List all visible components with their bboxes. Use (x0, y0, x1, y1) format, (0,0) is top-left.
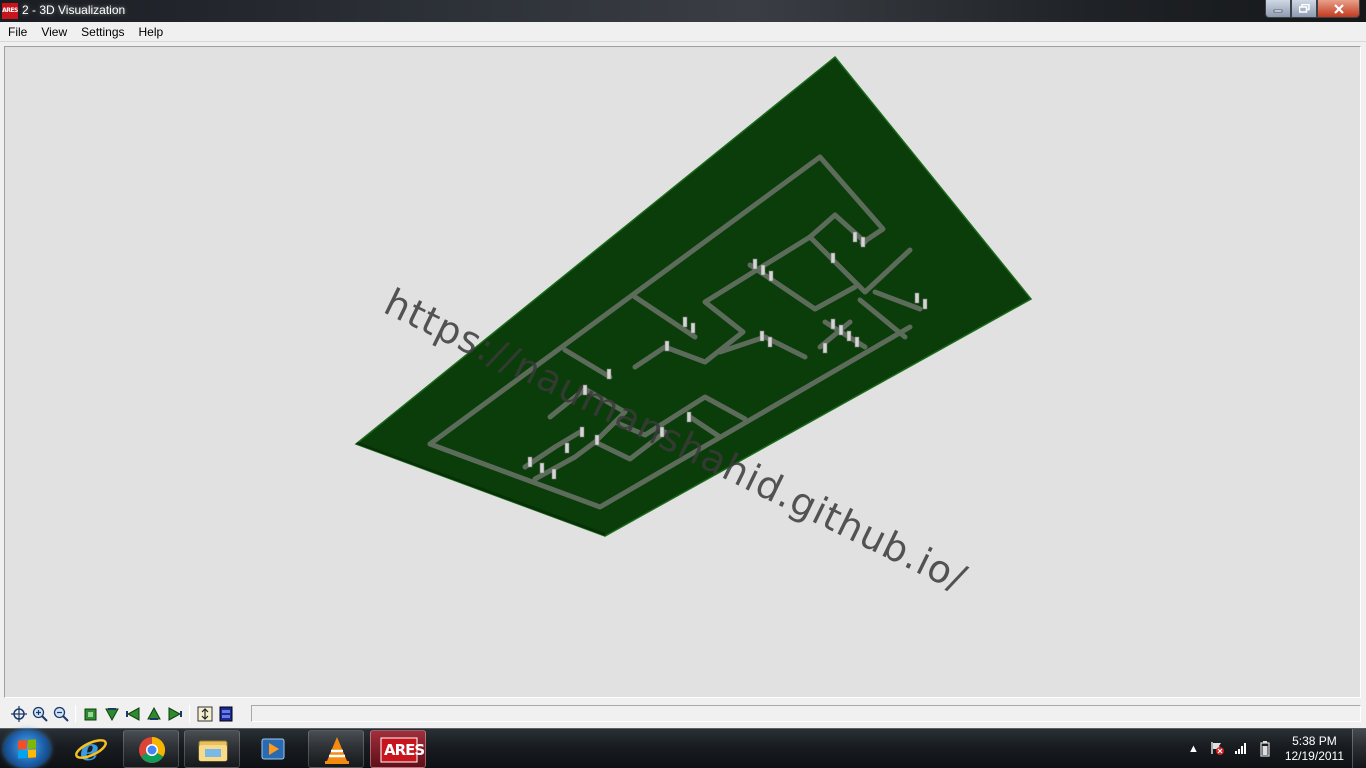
network-signal-icon[interactable] (1234, 741, 1248, 758)
view-front-icon (104, 708, 119, 721)
status-field (251, 705, 1361, 722)
taskbar-ie[interactable]: e (64, 730, 120, 768)
toolbar-separator (75, 705, 76, 723)
system-clock[interactable]: 5:38 PM 12/19/2011 (1285, 734, 1344, 764)
height-toggle-icon (197, 706, 212, 722)
menu-settings[interactable]: Settings (74, 22, 131, 42)
pan-button[interactable] (8, 704, 29, 724)
clock-date: 12/19/2011 (1284, 749, 1344, 763)
title-bar: ARES 2 - 3D Visualization (0, 0, 1366, 22)
view-top-icon (84, 708, 96, 721)
zoom-in-button[interactable] (29, 704, 50, 724)
layer-toggle-icon (219, 706, 232, 722)
layer-toggle-button[interactable] (215, 704, 236, 724)
zoom-out-icon (53, 706, 69, 722)
close-icon (1333, 3, 1344, 14)
view-right-button[interactable] (164, 704, 185, 724)
close-button[interactable] (1317, 0, 1360, 18)
vlc-icon (325, 737, 349, 764)
window-title: 2 - 3D Visualization (22, 3, 126, 17)
view-front-button[interactable] (101, 704, 122, 724)
pcb-3d-model (354, 55, 1033, 537)
internet-explorer-icon: e (75, 733, 107, 768)
3d-viewport[interactable]: https://naumanshahid.github.io/ (4, 46, 1361, 698)
taskbar-explorer[interactable] (184, 730, 240, 768)
taskbar: e ARES ▲ 5:38 PM 12/19/2011 (0, 728, 1366, 768)
toolbar-separator (189, 705, 190, 723)
taskbar-ares[interactable]: ARES (370, 730, 426, 768)
view-back-icon (146, 707, 161, 720)
clock-time: 5:38 PM (1292, 734, 1337, 748)
zoom-out-button[interactable] (50, 704, 71, 724)
action-center-flag-icon[interactable] (1210, 741, 1224, 758)
svg-text:e: e (80, 733, 99, 768)
view-left-button[interactable] (122, 704, 143, 724)
show-desktop-button[interactable] (1352, 729, 1366, 768)
view-right-icon (168, 707, 182, 721)
maximize-button[interactable] (1291, 0, 1317, 18)
view-back-button[interactable] (143, 704, 164, 724)
view-left-icon (125, 707, 139, 721)
start-button[interactable] (4, 730, 50, 768)
client-area: https://naumanshahid.github.io/ (0, 42, 1366, 728)
zoom-in-icon (32, 706, 48, 722)
ares-app-icon[interactable]: ARES (2, 3, 18, 19)
minimize-button[interactable] (1265, 0, 1291, 18)
view-toolbar (0, 700, 1366, 728)
menu-file[interactable]: File (1, 22, 34, 42)
ares-taskbar-label: ARES (384, 741, 425, 759)
taskbar-media[interactable] (245, 730, 301, 768)
menu-help[interactable]: Help (132, 22, 171, 42)
window-controls (1265, 0, 1360, 18)
battery-icon[interactable] (1260, 741, 1270, 760)
view-top-button[interactable] (80, 704, 101, 724)
file-explorer-icon (198, 740, 228, 762)
height-toggle-button[interactable] (194, 704, 215, 724)
minimize-icon (1273, 9, 1283, 12)
menu-bar: File View Settings Help (0, 22, 1366, 42)
media-player-icon (261, 738, 285, 760)
taskbar-chrome[interactable] (123, 730, 179, 768)
restore-icon (1298, 4, 1310, 13)
pan-crosshair-icon (10, 706, 27, 722)
chrome-icon (139, 736, 166, 763)
taskbar-vlc[interactable] (308, 730, 364, 768)
windows-logo-icon (18, 739, 36, 759)
show-hidden-icon[interactable]: ▲ (1188, 743, 1199, 755)
menu-view[interactable]: View (34, 22, 74, 42)
